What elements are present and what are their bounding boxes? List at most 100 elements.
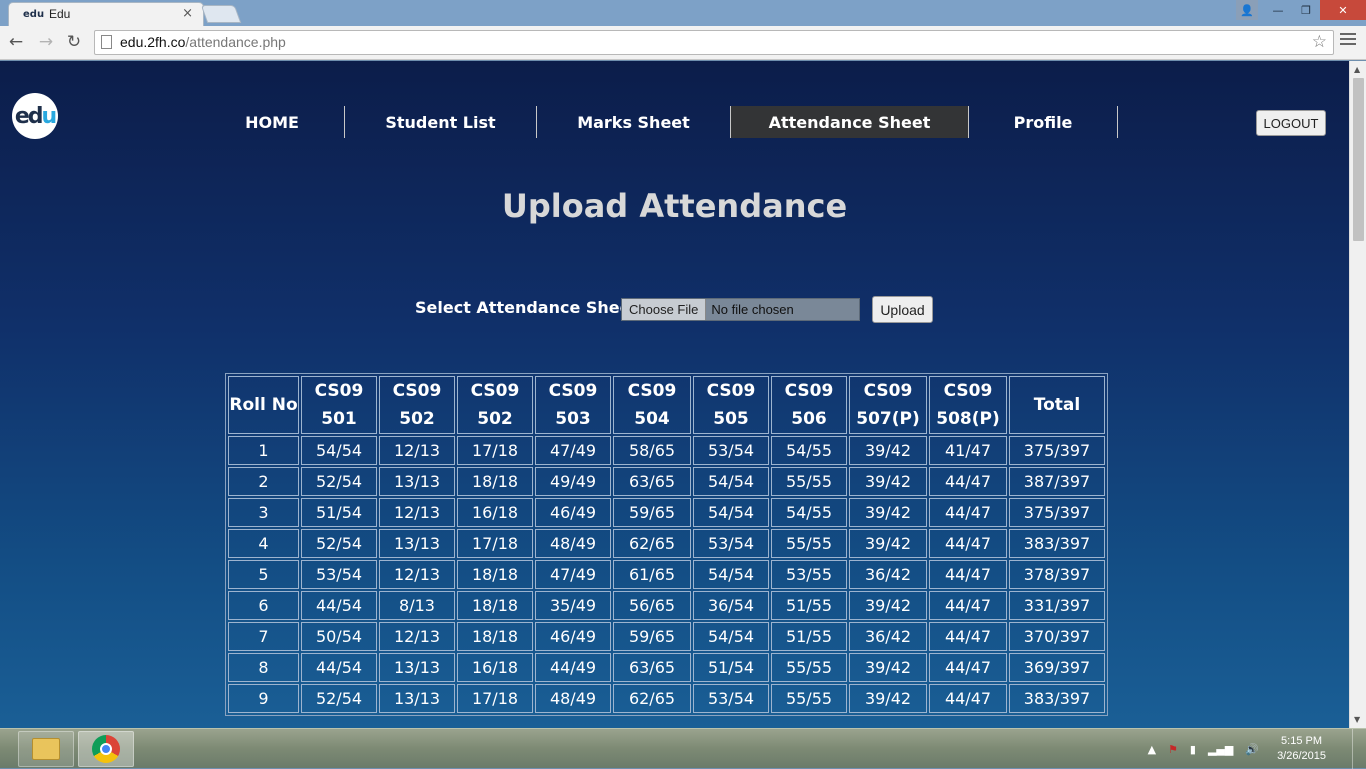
scrollbar-thumb[interactable] [1353,78,1364,241]
attendance-cell: 44/54 [301,653,377,682]
network-signal-icon[interactable]: ▂▄▆ [1208,743,1233,756]
roll-no-cell: 4 [228,529,299,558]
attendance-cell: 51/54 [693,653,769,682]
browser-tab[interactable]: edu Edu × [8,2,204,28]
scroll-up-arrow-icon[interactable]: ▲ [1354,65,1360,74]
table-row: 1 54/54 12/13 17/18 47/49 58/65 53/54 54/55 39/4… [228,436,1105,465]
taskbar-chrome-button[interactable] [78,731,134,767]
table-row: 7 50/54 12/13 18/18 46/49 59/65 54/54 51/55 36/4… [228,622,1105,651]
user-icon[interactable]: 👤 [1236,0,1258,20]
header-line: CS09 [392,381,442,401]
show-desktop-button[interactable] [1352,729,1366,769]
attendance-cell: 13/13 [379,467,455,496]
attendance-cell: 44/47 [929,529,1007,558]
attendance-cell: 8/13 [379,591,455,620]
edu-logo[interactable]: ed u [12,93,58,139]
logout-button[interactable]: LOGOUT [1256,110,1326,136]
attendance-table: Roll No CS09 501 CS09 502 CS09 502 CS09 503 … [225,373,1108,716]
roll-no-cell: 6 [228,591,299,620]
file-input[interactable]: Choose File No file chosen [621,298,860,321]
attendance-cell: 44/47 [929,622,1007,651]
nav-marks-sheet[interactable]: Marks Sheet [537,106,731,138]
attendance-cell: 53/54 [693,436,769,465]
taskbar-clock[interactable]: 5:15 PM 3/26/2015 [1277,734,1326,764]
upload-label: Select Attendance Sheet [415,298,639,317]
attendance-cell: 63/65 [613,467,691,496]
url-text: edu.2fh.co/attendance.php [120,34,286,50]
header-line: 505 [713,409,749,429]
main-nav: HOME Student List Marks Sheet Attendance… [200,106,1118,138]
taskbar-explorer-button[interactable] [18,731,74,767]
nav-student-list[interactable]: Student List [345,106,537,138]
attendance-cell: 48/49 [535,684,611,713]
attendance-cell: 62/65 [613,684,691,713]
attendance-cell: 54/54 [693,622,769,651]
tray-expand-arrow-icon[interactable]: ▲ [1148,743,1156,756]
forward-button[interactable]: → [36,32,56,52]
attendance-cell: 51/54 [301,498,377,527]
attendance-cell: 18/18 [457,622,533,651]
choose-file-button[interactable]: Choose File [622,299,707,320]
volume-icon[interactable]: 🔊 [1245,743,1259,756]
total-cell: 383/397 [1009,684,1105,713]
battery-icon[interactable]: ▮ [1190,743,1196,756]
address-bar[interactable]: edu.2fh.co/attendance.php ☆ [94,30,1334,55]
attendance-cell: 44/47 [929,653,1007,682]
attendance-cell: 44/54 [301,591,377,620]
attendance-cell: 54/54 [693,467,769,496]
header-roll-no: Roll No [228,376,299,434]
attendance-cell: 58/65 [613,436,691,465]
roll-no-cell: 1 [228,436,299,465]
header-cs09-505: CS09 505 [693,376,769,434]
table-row: 2 52/54 13/13 18/18 49/49 63/65 54/54 55/55 39/4… [228,467,1105,496]
logo-text-ed: ed [14,103,44,129]
attendance-cell: 61/65 [613,560,691,589]
attendance-cell: 50/54 [301,622,377,651]
header-line: 502 [477,409,513,429]
page-icon [101,35,112,49]
tab-close-icon[interactable]: × [182,6,193,21]
header-cs09-502: CS09 502 [379,376,455,434]
total-cell: 375/397 [1009,498,1105,527]
header-cs09-504: CS09 504 [613,376,691,434]
roll-no-cell: 2 [228,467,299,496]
attendance-cell: 44/47 [929,498,1007,527]
nav-home[interactable]: HOME [200,106,345,138]
attendance-cell: 52/54 [301,467,377,496]
window-controls: 👤 — ❐ ✕ [1236,0,1366,20]
nav-attendance-sheet[interactable]: Attendance Sheet [731,106,969,138]
header-line: CS09 [314,381,364,401]
maximize-button[interactable]: ❐ [1292,0,1320,20]
close-window-button[interactable]: ✕ [1320,0,1366,20]
attendance-table-body: 1 54/54 12/13 17/18 47/49 58/65 53/54 54/55 39/4… [228,436,1105,713]
attendance-cell: 35/49 [535,591,611,620]
header-line: CS09 [548,381,598,401]
clock-date: 3/26/2015 [1277,750,1326,762]
attendance-cell: 12/13 [379,498,455,527]
attendance-cell: 59/65 [613,622,691,651]
scroll-down-arrow-icon[interactable]: ▼ [1354,715,1360,724]
attendance-cell: 16/18 [457,653,533,682]
header-line: 507(P) [856,409,920,429]
roll-no-cell: 3 [228,498,299,527]
browser-menu-icon[interactable] [1340,33,1356,47]
header-cs09-502b: CS09 502 [457,376,533,434]
reload-button[interactable]: ↻ [64,32,84,52]
nav-profile[interactable]: Profile [969,106,1118,138]
minimize-button[interactable]: — [1264,0,1292,20]
back-button[interactable]: ← [6,32,26,52]
header-cs09-501: CS09 501 [301,376,377,434]
bookmark-star-icon[interactable]: ☆ [1312,32,1327,52]
total-cell: 383/397 [1009,529,1105,558]
action-center-flag-icon[interactable]: ⚑ [1168,743,1178,756]
upload-button[interactable]: Upload [872,296,933,323]
url-host: edu.2fh.co [120,34,186,50]
new-tab-button[interactable] [200,5,242,23]
attendance-cell: 12/13 [379,622,455,651]
vertical-scrollbar[interactable]: ▲ ▼ [1349,61,1366,728]
header-line: CS09 [784,381,834,401]
header-cs09-507p: CS09 507(P) [849,376,927,434]
browser-toolbar: ← → ↻ edu.2fh.co/attendance.php ☆ [0,26,1366,60]
attendance-cell: 36/42 [849,622,927,651]
attendance-cell: 46/49 [535,622,611,651]
